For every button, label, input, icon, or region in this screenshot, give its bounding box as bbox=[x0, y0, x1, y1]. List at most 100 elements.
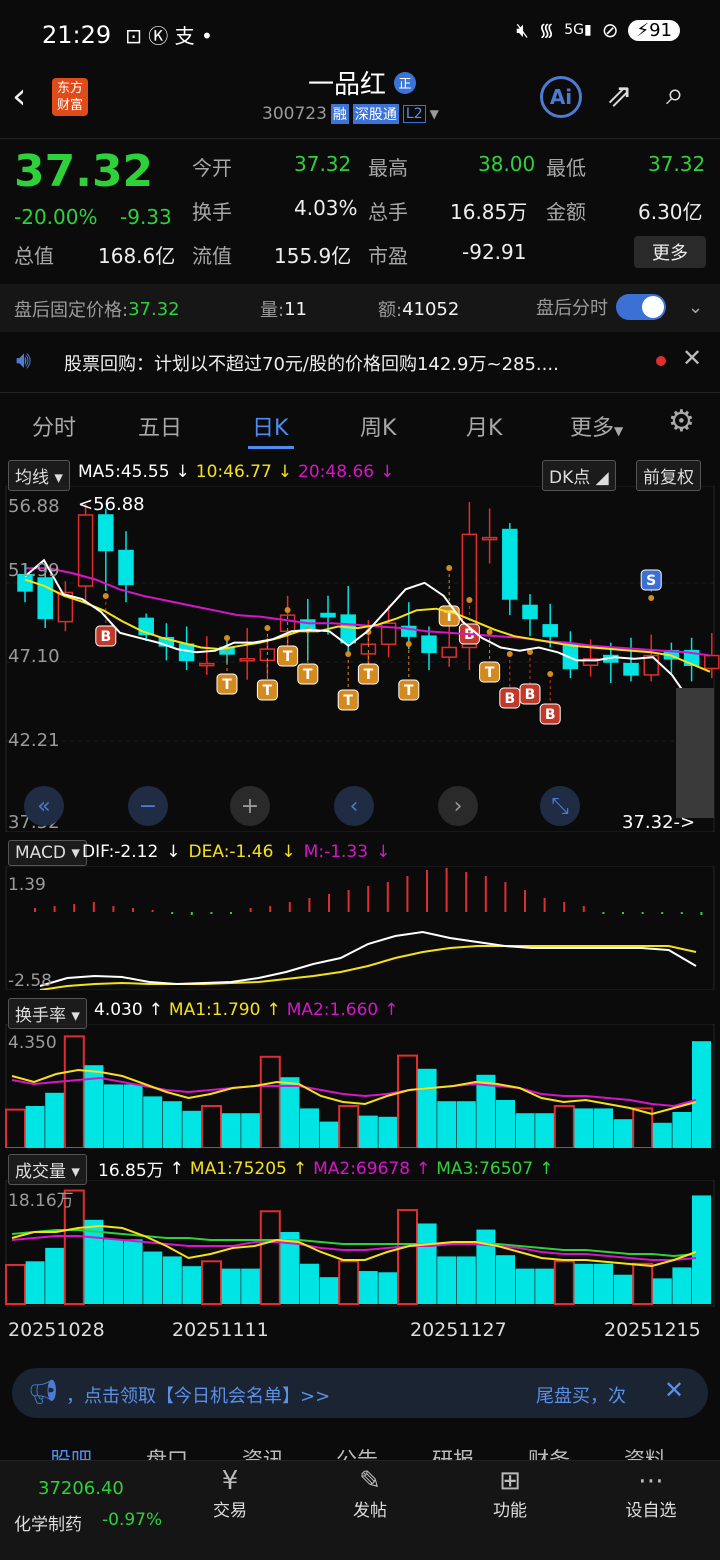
toggle-switch[interactable] bbox=[616, 294, 666, 320]
volume-chart: 18.16万 20251028 20251111 20251127 202512… bbox=[5, 1180, 715, 1341]
back-icon[interactable]: ‹ bbox=[12, 76, 26, 117]
marker-B[interactable]: B bbox=[539, 671, 561, 725]
post-button[interactable]: ✎ 发帖 bbox=[344, 1466, 396, 1521]
macd-bar bbox=[269, 906, 272, 912]
wifi-icon: ᯾ bbox=[538, 20, 555, 41]
prev-icon[interactable]: ‹ bbox=[334, 786, 374, 826]
pct-change: -20.00% bbox=[14, 205, 98, 229]
tab-more[interactable]: 更多▼ bbox=[570, 410, 623, 442]
volume-ma3: MA3:76507 bbox=[436, 1158, 534, 1179]
marker-S[interactable]: S bbox=[640, 569, 662, 601]
index-pct[interactable]: -0.97% bbox=[102, 1510, 162, 1530]
subtab-yanbao[interactable]: 研报 bbox=[432, 1444, 474, 1460]
zoom-out-icon[interactable]: − bbox=[128, 786, 168, 826]
turnover-bar bbox=[553, 1105, 575, 1148]
volume-bar bbox=[143, 1251, 163, 1304]
turnover-bar bbox=[417, 1068, 437, 1148]
tab-fenshi[interactable]: 分时 bbox=[32, 410, 76, 442]
ai-icon[interactable]: Ai bbox=[540, 76, 582, 118]
dif-line bbox=[39, 930, 697, 987]
turnover-bar bbox=[496, 1100, 515, 1148]
macd-bar bbox=[210, 912, 213, 914]
turnover-bar bbox=[456, 1101, 476, 1148]
tab-underline bbox=[248, 446, 294, 449]
after-hours-toggle[interactable]: 盘后分时 ⌄ bbox=[536, 294, 703, 320]
volume-ma1: MA1:75205 bbox=[189, 1158, 287, 1179]
subtab-pankou[interactable]: 盘口 bbox=[146, 1444, 188, 1460]
marker-B[interactable]: B bbox=[499, 651, 521, 709]
tab-zhouk[interactable]: 周K bbox=[360, 410, 396, 442]
turnover-bar bbox=[221, 1113, 241, 1148]
next-icon[interactable]: › bbox=[438, 786, 478, 826]
close-icon[interactable]: ✕ bbox=[682, 344, 702, 372]
turnover-bar bbox=[104, 1084, 123, 1148]
ad-text-right[interactable]: 尾盘买，次 bbox=[536, 1382, 626, 1408]
add-watchlist-button[interactable]: ⋯ 设自选 bbox=[618, 1466, 684, 1521]
search-icon[interactable]: ⌕ bbox=[666, 74, 684, 113]
fast-rewind-icon[interactable]: « bbox=[24, 786, 64, 826]
macd-select[interactable]: MACD ▾ bbox=[8, 840, 87, 866]
macd-bar bbox=[190, 912, 193, 915]
turnover-bar bbox=[162, 1101, 182, 1148]
svg-text:T: T bbox=[485, 665, 495, 681]
marker-T[interactable]: T bbox=[398, 641, 420, 701]
volume-bar bbox=[182, 1266, 202, 1304]
function-button[interactable]: ⊞ 功能 bbox=[484, 1466, 536, 1521]
ad-close-icon[interactable]: ✕ bbox=[664, 1376, 684, 1404]
svg-text:T: T bbox=[263, 683, 273, 699]
candle bbox=[502, 523, 518, 616]
volume-bar bbox=[162, 1256, 182, 1304]
marker-B[interactable]: B bbox=[95, 593, 117, 647]
macd-bottom-label: -2.58 bbox=[8, 971, 52, 990]
macd-bar bbox=[171, 912, 174, 914]
share-icon[interactable]: ⇗ bbox=[606, 76, 633, 114]
macd-bar bbox=[465, 872, 468, 912]
macd-bar bbox=[34, 908, 36, 912]
volume-bar bbox=[25, 1261, 45, 1304]
volume-bar bbox=[241, 1268, 261, 1304]
tab-rik[interactable]: 日K bbox=[252, 410, 288, 442]
quote-value-1: 38.00 bbox=[478, 152, 536, 176]
volume-bar bbox=[594, 1263, 613, 1304]
index-name[interactable]: 化学制药 bbox=[14, 1510, 82, 1535]
macd-bar bbox=[504, 882, 507, 912]
subtab-zixun[interactable]: 资讯 bbox=[242, 1444, 284, 1460]
subtab-guba[interactable]: 股吧 bbox=[50, 1444, 92, 1460]
subtab-ziliao[interactable]: 资料 bbox=[624, 1444, 666, 1460]
volume-bar bbox=[397, 1209, 418, 1306]
turnover-bar bbox=[45, 1092, 65, 1148]
trade-button[interactable]: ¥ 交易 bbox=[204, 1466, 256, 1521]
app-logo[interactable]: 东方 财富 bbox=[52, 78, 88, 116]
turnover-bar bbox=[574, 1108, 594, 1148]
macd-bar bbox=[680, 912, 683, 914]
tab-yuek[interactable]: 月K bbox=[466, 410, 502, 442]
stock-code-row[interactable]: 300723 融 深股通 L2 ▼ bbox=[262, 104, 439, 124]
signal-icon: 5G▮ bbox=[564, 22, 592, 38]
chevron-down-icon[interactable]: ⌄ bbox=[688, 297, 703, 318]
macd-bar bbox=[406, 876, 409, 912]
ad-text-left[interactable]: ，点击领取【今日机会名单】>> bbox=[66, 1382, 330, 1408]
marker-B[interactable]: B bbox=[519, 649, 541, 705]
subtab-caiwu[interactable]: 财务 bbox=[528, 1444, 570, 1460]
gear-icon[interactable]: ⚙ bbox=[668, 404, 695, 439]
divider bbox=[0, 392, 720, 393]
notice-text[interactable]: 股票回购：计划以不超过70元/股的价格回购142.9万~285.... bbox=[64, 350, 644, 376]
volume-bar bbox=[358, 1271, 378, 1304]
volume-bar bbox=[476, 1229, 496, 1304]
y-label-1: 56.88 bbox=[8, 496, 60, 517]
volume-bar bbox=[201, 1260, 222, 1306]
subtab-gonggao[interactable]: 公告 bbox=[336, 1444, 378, 1460]
macd-dea: DEA:-1.46 bbox=[188, 842, 274, 862]
turnover-bar bbox=[259, 1055, 281, 1148]
title-badge: 正 bbox=[394, 71, 417, 94]
candle bbox=[158, 623, 175, 661]
macd-top-label: 1.39 bbox=[8, 875, 46, 895]
fullscreen-icon[interactable]: ⤡ bbox=[540, 786, 580, 826]
turnover-value: 4.030 bbox=[94, 1000, 143, 1020]
tab-wuri[interactable]: 五日 bbox=[138, 410, 182, 442]
zoom-in-icon[interactable]: + bbox=[230, 786, 270, 826]
index-value[interactable]: 37206.40 bbox=[38, 1478, 124, 1499]
kline-chart[interactable]: BT TTTTTTTBTB BBS 56.88 51.99 47.10 42.21 … bbox=[0, 486, 720, 832]
marker-T[interactable]: T bbox=[337, 651, 359, 711]
more-button[interactable]: 更多 bbox=[634, 236, 706, 268]
